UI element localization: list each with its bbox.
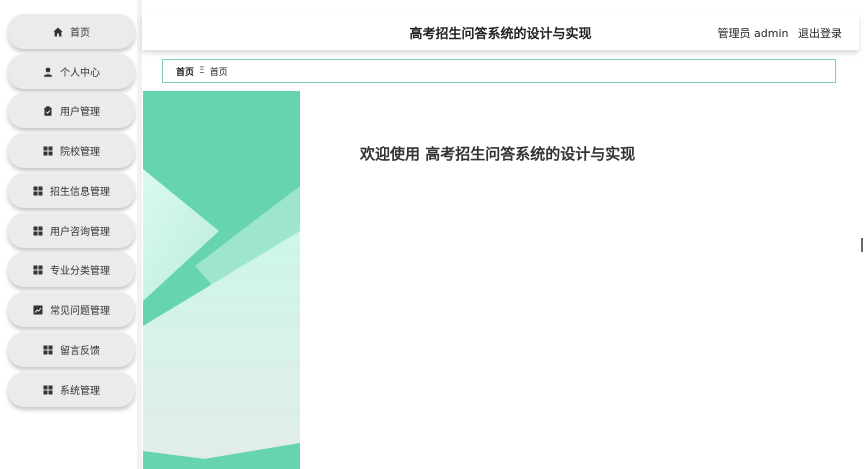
banner-art xyxy=(143,91,300,469)
sidebar-item-label: 专业分类管理 xyxy=(50,266,110,277)
sidebar: 首页 个人中心 用户管理 院校管理 招生信息管理 用户咨询管理 专业分类管理 常… xyxy=(0,0,138,469)
sidebar-item-label: 首页 xyxy=(70,28,90,39)
current-user-label: 管理员 admin xyxy=(717,27,789,40)
breadcrumb-home-link[interactable]: 首页 xyxy=(176,65,194,78)
sidebar-item-label: 系统管理 xyxy=(60,386,100,397)
sidebar-item-majors[interactable]: 专业分类管理 xyxy=(8,252,135,287)
clipboard-icon xyxy=(43,105,53,116)
sidebar-item-feedback[interactable]: 留言反馈 xyxy=(8,332,135,367)
sidebar-item-system[interactable]: 系统管理 xyxy=(8,372,135,407)
sidebar-item-label: 常见问题管理 xyxy=(50,306,110,317)
welcome-banner-image xyxy=(143,91,300,469)
top-header: 高考招生问答系统的设计与实现 管理员 admin 退出登录 xyxy=(142,14,859,50)
grid-icon xyxy=(33,226,43,236)
sidebar-item-users[interactable]: 用户管理 xyxy=(8,93,135,128)
grid-icon xyxy=(33,265,43,275)
logout-link[interactable]: 退出登录 xyxy=(798,27,842,40)
sidebar-item-schools[interactable]: 院校管理 xyxy=(8,133,135,168)
scrollbar-thumb[interactable] xyxy=(861,238,863,252)
breadcrumb: 首页 Ξ 首页 xyxy=(162,59,836,83)
sidebar-item-label: 用户咨询管理 xyxy=(50,227,110,238)
grid-icon xyxy=(43,345,53,355)
content-gutter xyxy=(137,0,142,469)
grid-icon xyxy=(43,146,53,156)
welcome-message: 欢迎使用 高考招生问答系统的设计与实现 xyxy=(360,145,636,163)
user-icon xyxy=(43,67,53,77)
sidebar-item-label: 院校管理 xyxy=(60,147,100,158)
breadcrumb-current: 首页 xyxy=(209,67,228,78)
sidebar-item-label: 招生信息管理 xyxy=(50,187,110,198)
header-user-area: 管理员 admin 退出登录 xyxy=(718,25,842,41)
sidebar-item-label: 用户管理 xyxy=(60,107,100,118)
sidebar-item-consultations[interactable]: 用户咨询管理 xyxy=(8,213,135,248)
breadcrumb-separator-icon: Ξ xyxy=(199,66,205,76)
sidebar-item-label: 个人中心 xyxy=(60,68,100,79)
chart-icon xyxy=(33,305,43,315)
sidebar-item-profile[interactable]: 个人中心 xyxy=(8,54,135,89)
grid-icon xyxy=(33,186,43,196)
sidebar-item-home[interactable]: 首页 xyxy=(8,14,135,49)
home-icon xyxy=(53,27,63,37)
sidebar-item-faq[interactable]: 常见问题管理 xyxy=(8,292,135,327)
sidebar-item-admissions[interactable]: 招生信息管理 xyxy=(8,173,135,208)
sidebar-item-label: 留言反馈 xyxy=(60,346,100,357)
grid-icon xyxy=(43,385,53,395)
